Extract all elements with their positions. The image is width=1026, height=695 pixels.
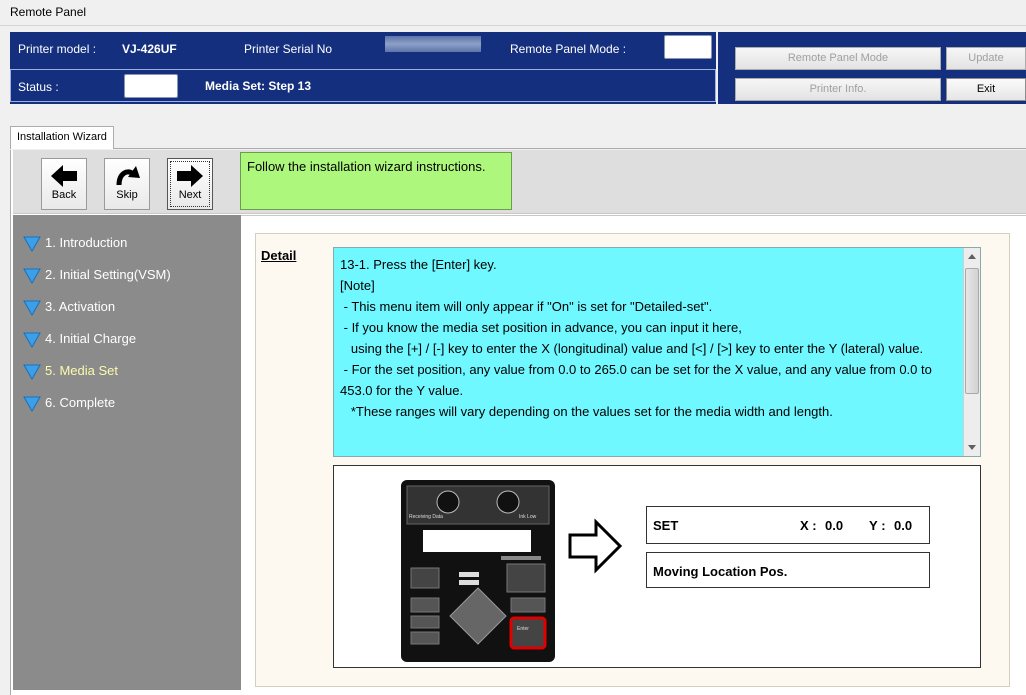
- back-button[interactable]: Back: [41, 158, 87, 210]
- printer-model-value: VJ-426UF: [122, 42, 177, 56]
- triangle-down-icon: [23, 268, 41, 284]
- step-label: 5. Media Set: [45, 363, 118, 378]
- detail-text: 13-1. Press the [Enter] key. [Note] - Th…: [340, 257, 932, 419]
- triangle-down-icon: [23, 364, 41, 380]
- serial-value-box: [385, 36, 481, 52]
- status-value: Media Set: Step 13: [205, 79, 312, 93]
- display-line-1: SET X : 0.0 Y : 0.0: [646, 506, 930, 544]
- receiving-data-label: Receiving Data: [409, 514, 443, 520]
- remote-mode-value-box: [664, 35, 712, 59]
- tab-strip: Installation Wizard: [10, 126, 1026, 149]
- wizard-toolbar: Back Skip Next: [13, 150, 1026, 214]
- display-y-value: 0.0: [894, 518, 913, 533]
- back-label: Back: [51, 189, 77, 201]
- step-label: 6. Complete: [45, 395, 116, 410]
- title-bar: Remote Panel: [0, 0, 1026, 26]
- step-complete: 6. Complete: [13, 393, 241, 425]
- arrow-left-icon: [51, 165, 77, 187]
- display-set-label: SET: [653, 518, 679, 533]
- header-buttons: Remote Panel Mode Update Printer Info. E…: [718, 32, 1026, 104]
- step-introduction: 1. Introduction: [13, 233, 241, 265]
- next-button[interactable]: Next: [167, 158, 213, 210]
- enter-key-label: Enter: [517, 626, 529, 632]
- triangle-down-icon: [23, 396, 41, 412]
- scroll-up-icon[interactable]: [968, 254, 976, 259]
- detail-panel: Detail 13-1. Press the [Enter] key. [Not…: [255, 233, 1010, 687]
- instruction-box: Follow the installation wizard instructi…: [240, 152, 512, 210]
- operation-panel-illustration: Receiving Data Ink Low Enter SET X: 0.0…: [333, 465, 981, 668]
- serial-label: Printer Serial No: [244, 42, 333, 56]
- display-x-value: 0.0: [825, 518, 844, 533]
- exit-button[interactable]: Exit: [946, 78, 1026, 101]
- triangle-down-icon: [23, 300, 41, 316]
- printer-model-label: Printer model :: [18, 42, 97, 56]
- tab-installation-wizard[interactable]: Installation Wizard: [10, 126, 114, 149]
- remote-mode-label: Remote Panel Mode :: [510, 42, 627, 56]
- triangle-down-icon: [23, 332, 41, 348]
- skip-label: Skip: [116, 189, 138, 201]
- next-label: Next: [178, 189, 202, 201]
- step-label: 4. Initial Charge: [45, 331, 137, 346]
- scroll-down-icon[interactable]: [968, 445, 976, 450]
- scroll-thumb[interactable]: [965, 268, 979, 394]
- operation-panel-drawing: Receiving Data Ink Low Enter: [406, 485, 550, 650]
- skip-arrow-icon: [116, 166, 140, 186]
- detail-label: Detail: [261, 248, 297, 263]
- remote-panel-window: Remote Panel Printer model : VJ-426UF Pr…: [0, 0, 1026, 695]
- arrow-right-icon: [177, 165, 203, 187]
- operation-panel-image: Receiving Data Ink Low Enter: [401, 480, 555, 662]
- step-label: 3. Activation: [45, 299, 116, 314]
- step-label: 1. Introduction: [45, 235, 128, 250]
- printer-info-button[interactable]: Printer Info.: [735, 78, 941, 101]
- step-label: 2. Initial Setting(VSM): [45, 267, 171, 282]
- status-indicator-box: [124, 74, 178, 98]
- status-label: Status :: [18, 80, 59, 94]
- printer-info-header: Printer model : VJ-426UF Printer Serial …: [10, 32, 716, 104]
- display-x-label: X :: [800, 518, 821, 533]
- skip-button[interactable]: Skip: [104, 158, 150, 210]
- detail-text-box[interactable]: 13-1. Press the [Enter] key. [Note] - Th…: [333, 247, 981, 457]
- update-button[interactable]: Update: [946, 47, 1026, 70]
- display-y-label: Y :: [869, 518, 890, 533]
- header-row-model: Printer model : VJ-426UF Printer Serial …: [10, 32, 716, 66]
- triangle-down-icon: [23, 236, 41, 252]
- window-title: Remote Panel: [10, 5, 87, 19]
- ink-low-label: Ink Low: [519, 514, 537, 520]
- arrow-right-outline-icon: [568, 518, 623, 574]
- display-line-2: Moving Location Pos.: [646, 552, 930, 588]
- remote-panel-mode-button[interactable]: Remote Panel Mode: [735, 47, 941, 70]
- step-activation: 3. Activation: [13, 297, 241, 329]
- wizard-steps-sidebar: 1. Introduction 2. Initial Setting(VSM) …: [13, 215, 241, 690]
- detail-scrollbar[interactable]: [963, 248, 980, 456]
- header-row-status: Status : Media Set: Step 13: [10, 69, 716, 102]
- step-media-set: 5. Media Set: [13, 361, 241, 393]
- main-area: Detail 13-1. Press the [Enter] key. [Not…: [241, 215, 1026, 690]
- step-initial-charge: 4. Initial Charge: [13, 329, 241, 361]
- step-initial-setting: 2. Initial Setting(VSM): [13, 265, 241, 297]
